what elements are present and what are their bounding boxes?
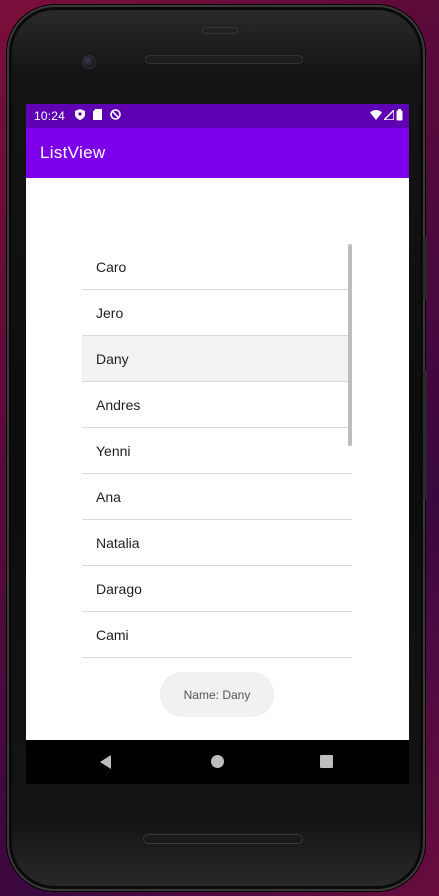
wifi-icon: [370, 109, 382, 123]
volume-button: [423, 370, 427, 500]
list-item-label: Natalia: [96, 534, 140, 551]
signal-icon: [382, 108, 395, 123]
top-speaker-slot: [202, 27, 238, 34]
power-button: [423, 237, 427, 299]
name-list[interactable]: Caro Jero Dany Andres Yenni Ana Natalia …: [82, 244, 352, 658]
list-item-label: Darago: [96, 580, 142, 597]
list-item-label: Yenni: [96, 442, 131, 459]
front-camera: [82, 55, 96, 69]
battery-icon: [396, 108, 403, 124]
status-time: 10:24: [34, 109, 66, 123]
list-item-label: Andres: [96, 396, 141, 413]
list-item-label: Jero: [96, 304, 124, 321]
bottom-speaker: [143, 834, 303, 844]
device-screen: 10:24 ListView Caro Jero Dany Andres Yen…: [26, 104, 409, 740]
status-bar: 10:24: [26, 104, 409, 128]
list-item-selected[interactable]: Dany: [82, 336, 352, 382]
list-item[interactable]: Darago: [82, 566, 352, 612]
recents-icon[interactable]: [320, 755, 333, 768]
back-icon[interactable]: [100, 755, 111, 769]
list-item-label: Cami: [96, 626, 129, 643]
status-notification-icons: [75, 109, 121, 123]
list-item[interactable]: Natalia: [82, 520, 352, 566]
list-item-label: Dany: [96, 350, 129, 367]
home-icon[interactable]: [211, 755, 224, 768]
list-item-label: Caro: [96, 258, 127, 275]
list-item[interactable]: Yenni: [82, 428, 352, 474]
app-bar: ListView: [26, 128, 409, 178]
list-scrollbar[interactable]: [348, 244, 352, 446]
app-title: ListView: [40, 143, 106, 162]
list-item[interactable]: Jero: [82, 290, 352, 336]
status-system-icons: [370, 108, 403, 124]
list-item-label: Ana: [96, 488, 121, 505]
list-item[interactable]: Ana: [82, 474, 352, 520]
shield-icon: [75, 109, 86, 123]
earpiece-speaker: [145, 55, 303, 64]
list-item[interactable]: Caro: [82, 244, 352, 290]
list-item[interactable]: Andres: [82, 382, 352, 428]
no-disturb-icon: [110, 109, 121, 123]
navigation-bar: [26, 740, 409, 784]
toast-message: Name: Dany: [160, 672, 274, 717]
sd-card-icon: [93, 109, 103, 123]
list-item[interactable]: Cami: [82, 612, 352, 658]
